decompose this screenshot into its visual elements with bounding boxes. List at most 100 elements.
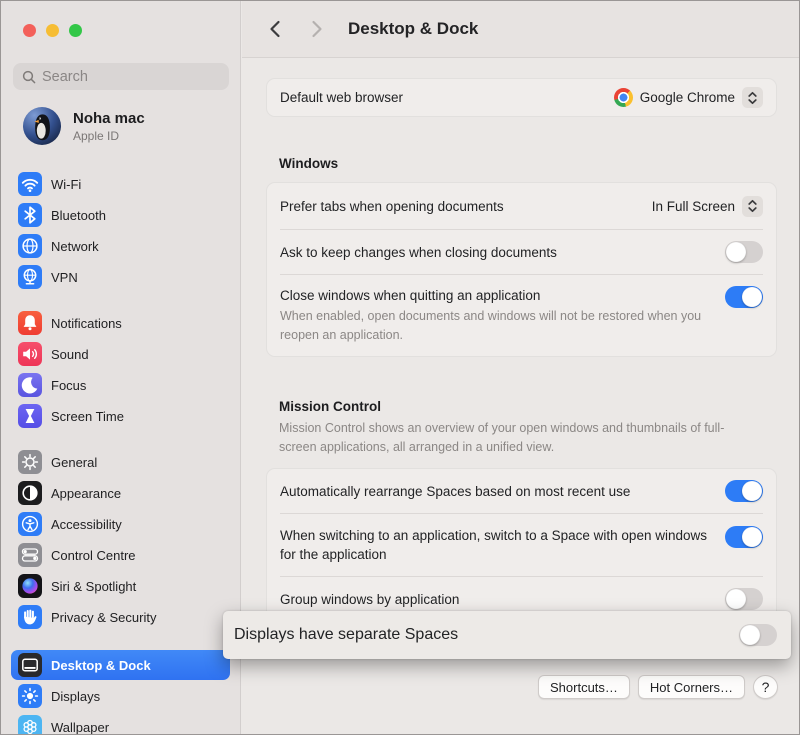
prefer-tabs-row: Prefer tabs when opening documents In Fu…	[267, 183, 776, 229]
sidebar-item-label: Focus	[51, 378, 86, 393]
mission-control-title: Mission Control	[279, 399, 799, 414]
sidebar-item-wallpaper[interactable]: Wallpaper	[11, 712, 230, 735]
mission-control-card: Automatically rearrange Spaces based on …	[266, 468, 777, 622]
sidebar-item-desktop-dock[interactable]: Desktop & Dock	[11, 650, 230, 680]
displays-separate-spaces-callout: Displays have separate Spaces	[223, 611, 791, 659]
bell-icon	[18, 311, 42, 335]
ask-keep-changes-toggle[interactable]	[725, 241, 763, 263]
sidebar-item-network[interactable]: Network	[11, 231, 230, 261]
sidebar-item-screen-time[interactable]: Screen Time	[11, 401, 230, 431]
close-window-button[interactable]	[23, 24, 36, 37]
page-title: Desktop & Dock	[348, 19, 478, 39]
search-input[interactable]: Search	[13, 63, 229, 90]
browser-card: Default web browser Google Chrome	[266, 78, 777, 117]
sidebar-item-label: Bluetooth	[51, 208, 106, 223]
search-icon	[22, 70, 36, 84]
wifi-icon	[18, 172, 42, 196]
sidebar-item-label: VPN	[51, 270, 78, 285]
footer-buttons: Shortcuts… Hot Corners… ?	[538, 675, 778, 699]
content-header: Desktop & Dock	[242, 1, 799, 58]
sidebar-item-wifi[interactable]: Wi-Fi	[11, 169, 230, 199]
sidebar: Search Noha mac	[1, 1, 241, 734]
sidebar-item-label: Notifications	[51, 316, 122, 331]
vpn-icon	[18, 265, 42, 289]
sidebar-item-control-centre[interactable]: Control Centre	[11, 540, 230, 570]
bluetooth-icon	[18, 203, 42, 227]
profile-subtitle: Apple ID	[73, 129, 145, 143]
globe-icon	[18, 234, 42, 258]
sidebar-item-appearance[interactable]: Appearance	[11, 478, 230, 508]
hot-corners-button[interactable]: Hot Corners…	[638, 675, 745, 699]
close-windows-description: When enabled, open documents and windows…	[280, 307, 725, 345]
sidebar-item-sound[interactable]: Sound	[11, 339, 230, 369]
sidebar-item-label: General	[51, 455, 97, 470]
displays-separate-spaces-label: Displays have separate Spaces	[234, 626, 458, 644]
sidebar-item-label: Wi-Fi	[51, 177, 81, 192]
window-controls	[23, 24, 82, 37]
sidebar-item-siri-spotlight[interactable]: Siri & Spotlight	[11, 571, 230, 601]
group-windows-toggle[interactable]	[725, 588, 763, 610]
close-windows-label: Close windows when quitting an applicati…	[280, 286, 725, 305]
minimize-window-button[interactable]	[46, 24, 59, 37]
hourglass-icon	[18, 404, 42, 428]
forward-button[interactable]	[308, 19, 326, 39]
sidebar-item-label: Network	[51, 239, 99, 254]
help-button[interactable]: ?	[753, 675, 778, 699]
stepper-icon[interactable]	[742, 87, 763, 108]
sidebar-item-accessibility[interactable]: Accessibility	[11, 509, 230, 539]
switch-space-toggle[interactable]	[725, 526, 763, 548]
wallpaper-icon	[18, 715, 42, 735]
sidebar-item-displays[interactable]: Displays	[11, 681, 230, 711]
profile-name: Noha mac	[73, 110, 145, 127]
sidebar-item-label: Privacy & Security	[51, 610, 156, 625]
desktop-dock-icon	[18, 653, 42, 677]
displays-separate-spaces-toggle[interactable]	[739, 624, 777, 646]
apple-id-row[interactable]: Noha mac Apple ID	[23, 107, 145, 145]
sidebar-item-label: Appearance	[51, 486, 121, 501]
rearrange-spaces-toggle[interactable]	[725, 480, 763, 502]
default-browser-select[interactable]: Google Chrome	[614, 87, 763, 108]
default-browser-row: Default web browser Google Chrome	[267, 79, 776, 116]
sidebar-item-general[interactable]: General	[11, 447, 230, 477]
prefer-tabs-label: Prefer tabs when opening documents	[280, 197, 504, 216]
stepper-icon[interactable]	[742, 196, 763, 217]
sidebar-item-label: Screen Time	[51, 409, 124, 424]
switch-space-row: When switching to an application, switch…	[267, 514, 776, 576]
sidebar-item-label: Displays	[51, 689, 100, 704]
sidebar-item-label: Accessibility	[51, 517, 122, 532]
search-placeholder: Search	[42, 69, 88, 85]
chrome-icon	[614, 88, 633, 107]
sidebar-item-focus[interactable]: Focus	[11, 370, 230, 400]
sidebar-item-label: Wallpaper	[51, 720, 109, 735]
prefer-tabs-value: In Full Screen	[652, 199, 735, 214]
sidebar-nav: Wi-Fi Bluetooth Network	[11, 169, 230, 735]
default-browser-label: Default web browser	[280, 88, 403, 107]
zoom-window-button[interactable]	[69, 24, 82, 37]
system-settings-window: Search Noha mac	[0, 0, 800, 735]
sidebar-item-privacy-security[interactable]: Privacy & Security	[11, 602, 230, 632]
back-button[interactable]	[266, 19, 284, 39]
gear-icon	[18, 450, 42, 474]
mission-control-description: Mission Control shows an overview of you…	[279, 419, 741, 457]
close-windows-toggle[interactable]	[725, 286, 763, 308]
sidebar-item-vpn[interactable]: VPN	[11, 262, 230, 292]
shortcuts-button[interactable]: Shortcuts…	[538, 675, 630, 699]
sidebar-item-label: Sound	[51, 347, 89, 362]
sidebar-item-bluetooth[interactable]: Bluetooth	[11, 200, 230, 230]
sidebar-item-label: Control Centre	[51, 548, 136, 563]
ask-keep-changes-label: Ask to keep changes when closing documen…	[280, 243, 557, 262]
hand-icon	[18, 605, 42, 629]
sidebar-item-label: Desktop & Dock	[51, 658, 151, 673]
sun-icon	[18, 684, 42, 708]
moon-icon	[18, 373, 42, 397]
sidebar-item-notifications[interactable]: Notifications	[11, 308, 230, 338]
speaker-icon	[18, 342, 42, 366]
default-browser-value: Google Chrome	[640, 90, 735, 105]
siri-icon	[18, 574, 42, 598]
prefer-tabs-select[interactable]: In Full Screen	[652, 196, 763, 217]
rearrange-spaces-row: Automatically rearrange Spaces based on …	[267, 469, 776, 513]
avatar	[23, 107, 61, 145]
appearance-icon	[18, 481, 42, 505]
ask-keep-changes-row: Ask to keep changes when closing documen…	[267, 230, 776, 274]
sidebar-item-label: Siri & Spotlight	[51, 579, 136, 594]
